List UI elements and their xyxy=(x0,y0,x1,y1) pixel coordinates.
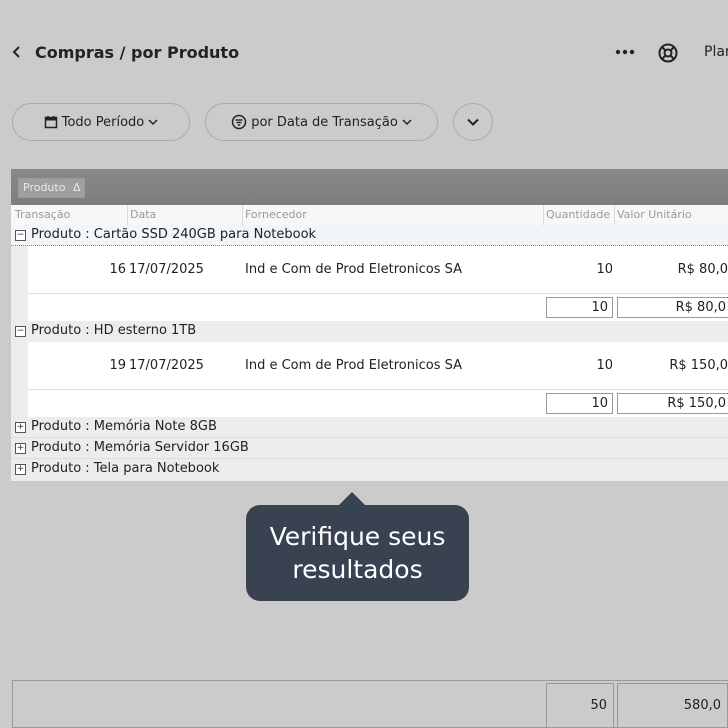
cell-data: 17/07/2025 xyxy=(129,358,204,373)
grand-total-quantidade: 50 xyxy=(546,683,614,728)
expand-filters-button[interactable] xyxy=(453,103,493,141)
group-label: Produto : HD esterno 1TB xyxy=(31,323,197,338)
grand-total-valor: 580,0 xyxy=(617,683,728,728)
column-header-valor-unitario[interactable]: Valor Unitário xyxy=(617,208,692,221)
cell-valor-unitario: R$ 80,0 xyxy=(677,262,728,277)
page-title: Compras / por Produto xyxy=(35,43,240,62)
group-row[interactable]: − Produto : HD esterno 1TB xyxy=(11,321,728,341)
cell-transacao: 19 xyxy=(109,358,126,373)
group-label: Produto : Cartão SSD 240GB para Notebook xyxy=(31,227,317,242)
period-filter-button[interactable]: Todo Período xyxy=(12,103,190,141)
results-grid: Produto Δ Transação Data Fornecedor Quan… xyxy=(11,169,728,481)
group-total-quantidade: 10 xyxy=(546,393,613,414)
group-row[interactable]: + Produto : Memória Note 8GB xyxy=(11,417,728,438)
chevron-down-icon xyxy=(402,119,412,126)
cell-valor-unitario: R$ 150,0 xyxy=(669,358,728,373)
cell-fornecedor: Ind e Com de Prod Eletronicos SA xyxy=(245,358,462,373)
table-row[interactable]: 19 17/07/2025 Ind e Com de Prod Eletroni… xyxy=(28,342,728,390)
group-by-panel: Produto Δ xyxy=(11,169,728,205)
group-by-chip-label: Produto xyxy=(23,181,66,194)
group-label: Produto : Memória Servidor 16GB xyxy=(31,440,249,455)
group-summary-row: 10 R$ 150,0 xyxy=(28,389,728,418)
group-total-valor: R$ 150,0 xyxy=(617,393,728,414)
group-by-chip[interactable]: Produto Δ xyxy=(18,178,86,198)
calendar-icon xyxy=(44,116,57,129)
period-filter-label: Todo Período xyxy=(61,114,145,130)
column-header-quantidade[interactable]: Quantidade xyxy=(546,208,610,221)
onboarding-tooltip[interactable]: Verifique seus resultados xyxy=(246,505,469,601)
transaction-filter-label: por Data de Transação xyxy=(251,114,398,130)
expand-toggle-icon[interactable]: + xyxy=(15,443,26,454)
chevron-down-icon xyxy=(148,119,158,126)
column-header-data[interactable]: Data xyxy=(130,208,156,221)
more-dots-icon xyxy=(615,49,635,55)
plan-link[interactable]: Plan xyxy=(704,44,728,60)
group-label: Produto : Tela para Notebook xyxy=(31,461,220,476)
transaction-filter-button[interactable]: por Data de Transação xyxy=(205,103,438,141)
group-summary-row: 10 R$ 80,0 xyxy=(28,293,728,322)
tooltip-line-1: Verifique seus xyxy=(269,522,446,551)
cell-quantidade: 10 xyxy=(596,262,613,277)
expand-toggle-icon[interactable]: + xyxy=(15,464,26,475)
column-header-row: Transação Data Fornecedor Quantidade Val… xyxy=(11,205,728,226)
cell-fornecedor: Ind e Com de Prod Eletronicos SA xyxy=(245,262,462,277)
sort-icon: Δ xyxy=(72,181,81,194)
help-button[interactable] xyxy=(657,42,679,64)
cell-quantidade: 10 xyxy=(596,358,613,373)
chevron-down-icon xyxy=(467,118,479,126)
collapse-toggle-icon[interactable]: − xyxy=(15,326,26,337)
column-header-fornecedor[interactable]: Fornecedor xyxy=(245,208,307,221)
cell-data: 17/07/2025 xyxy=(129,262,204,277)
table-row[interactable]: 16 17/07/2025 Ind e Com de Prod Eletroni… xyxy=(28,246,728,294)
lifebuoy-icon xyxy=(658,43,678,63)
cell-transacao: 16 xyxy=(109,262,126,277)
tooltip-line-2: resultados xyxy=(292,555,423,584)
tooltip-arrow xyxy=(338,492,366,506)
group-total-valor: R$ 80,0 xyxy=(617,297,728,318)
group-total-quantidade: 10 xyxy=(546,297,613,318)
more-options-button[interactable] xyxy=(614,40,636,69)
group-row[interactable]: − Produto : Cartão SSD 240GB para Notebo… xyxy=(11,225,728,246)
column-header-transacao[interactable]: Transação xyxy=(15,208,70,221)
filter-icon xyxy=(231,114,247,130)
back-button[interactable] xyxy=(10,42,28,64)
group-label: Produto : Memória Note 8GB xyxy=(31,419,217,434)
chevron-left-icon xyxy=(12,46,20,58)
group-row[interactable]: + Produto : Tela para Notebook xyxy=(11,459,728,479)
group-row[interactable]: + Produto : Memória Servidor 16GB xyxy=(11,438,728,459)
collapse-toggle-icon[interactable]: − xyxy=(15,230,26,241)
expand-toggle-icon[interactable]: + xyxy=(15,422,26,433)
